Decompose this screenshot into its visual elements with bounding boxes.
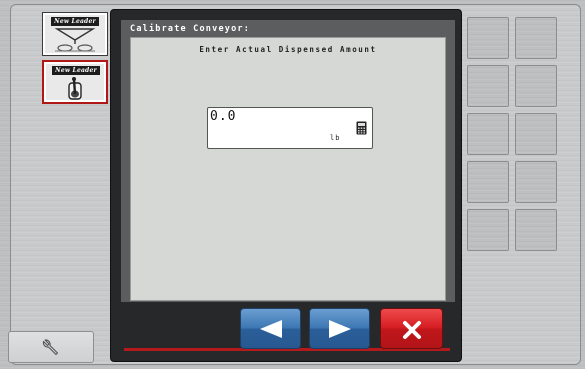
screen-title: Calibrate Conveyor:: [130, 24, 251, 34]
softkey[interactable]: [515, 65, 557, 107]
cancel-button[interactable]: [380, 308, 443, 349]
softkey[interactable]: [467, 209, 509, 251]
new-leader-logo: New Leader: [51, 17, 99, 26]
calculator-icon[interactable]: [356, 121, 367, 135]
dispensed-amount-value: 0.0: [210, 109, 237, 124]
dispensed-amount-field[interactable]: 0.0 lb: [207, 107, 373, 149]
wrench-icon: [42, 339, 59, 356]
calibration-prompt: Enter Actual Dispensed Amount: [199, 45, 377, 54]
arrow-right-icon: [329, 320, 351, 338]
softkey[interactable]: [515, 161, 557, 203]
softkey-grid: [467, 17, 559, 253]
softkey[interactable]: [515, 113, 557, 155]
app-button-spreader[interactable]: New Leader: [42, 12, 108, 56]
softkey[interactable]: [467, 113, 509, 155]
softkey[interactable]: [467, 161, 509, 203]
new-leader-logo: New Leader: [52, 66, 100, 75]
softkey[interactable]: [467, 65, 509, 107]
toggle-switch-icon: [44, 75, 106, 103]
spreader-icon: [43, 26, 107, 54]
back-button[interactable]: [240, 308, 301, 349]
settings-button[interactable]: [8, 331, 94, 363]
calibration-panel: Enter Actual Dispensed Amount 0.0 lb: [130, 37, 446, 301]
arrow-left-icon: [260, 320, 282, 338]
amount-unit: lb: [330, 134, 341, 142]
softkey[interactable]: [467, 17, 509, 59]
close-icon: [403, 321, 421, 339]
next-button[interactable]: [309, 308, 370, 349]
app-button-switch-box[interactable]: New Leader: [42, 60, 108, 104]
softkey[interactable]: [515, 17, 557, 59]
softkey[interactable]: [515, 209, 557, 251]
